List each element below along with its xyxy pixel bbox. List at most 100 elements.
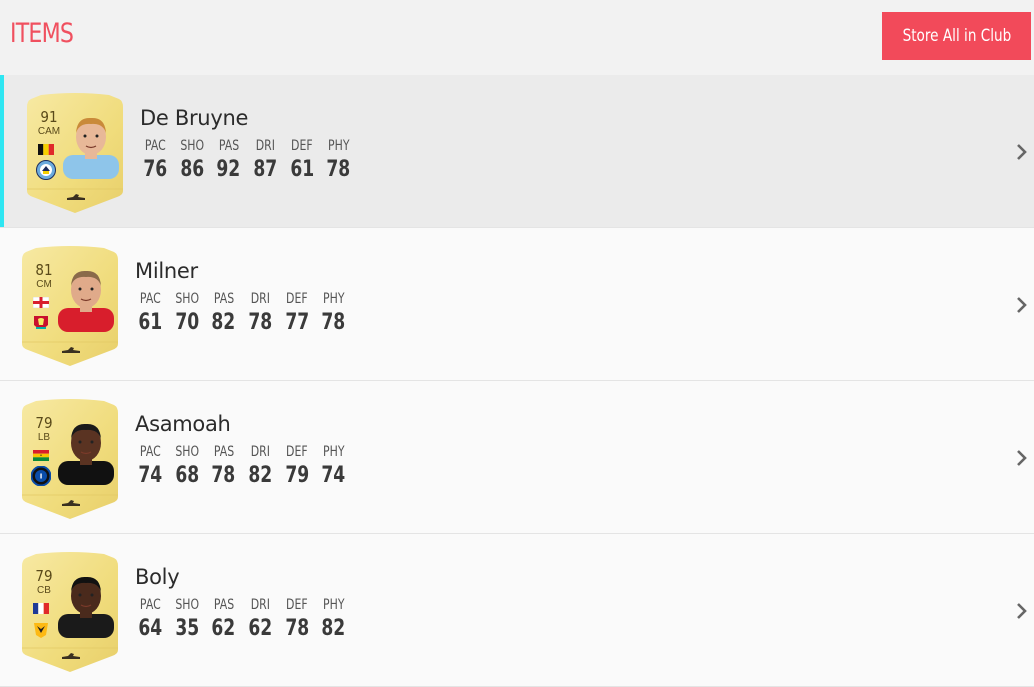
player-list-item[interactable]: 81 CM Milner PAC 61 SHO 70 PAS 82 DRI 78 DEF 77 PHY 78 xyxy=(0,228,1034,381)
player-list-item[interactable]: 79 LB I Asamoah PAC 74 SHO 68 PAS 78 DRI 82 DEF 79 PHY… xyxy=(0,381,1034,534)
stat-value: 78 xyxy=(211,463,236,488)
player-list-item[interactable]: 91 CAM De Bruyne PAC 76 SHO 86 PAS 92 DRI 87 DEF 61 P… xyxy=(0,75,1034,228)
stat-value: 78 xyxy=(321,310,346,335)
chevron-right-icon[interactable] xyxy=(1016,143,1028,161)
chevron-right-icon[interactable] xyxy=(1016,602,1028,620)
stat-column: PHY 78 xyxy=(318,291,349,335)
stat-column: SHO 35 xyxy=(172,597,203,641)
items-list: 91 CAM De Bruyne PAC 76 SHO 86 PAS 92 DRI 87 DEF 61 P… xyxy=(0,75,1034,687)
stat-label: DRI xyxy=(250,597,270,613)
player-position: LB xyxy=(37,432,51,443)
stat-column: DRI 87 xyxy=(250,138,281,182)
england-flag-icon xyxy=(33,297,49,308)
player-position: CAM xyxy=(37,126,61,137)
player-rating: 91 xyxy=(40,108,58,126)
stat-label: PAC xyxy=(139,291,161,307)
stat-column: DEF 79 xyxy=(282,444,313,488)
stat-value: 62 xyxy=(248,616,273,641)
boot-icon xyxy=(62,347,80,353)
player-list-item[interactable]: 79 CB Boly PAC 64 SHO 35 PAS 62 DRI 62 DEF 78 PHY 82 xyxy=(0,534,1034,687)
stat-value: 61 xyxy=(138,310,163,335)
player-name: Milner xyxy=(135,259,198,283)
player-name: Asamoah xyxy=(135,412,231,436)
page-title: ITEMS xyxy=(10,18,74,49)
player-portrait xyxy=(58,423,114,485)
ghana-flag-icon xyxy=(33,450,49,461)
store-all-in-club-label: Store All in Club xyxy=(902,26,1011,46)
belgium-flag-icon xyxy=(38,144,54,155)
stat-label: SHO xyxy=(175,597,199,613)
player-position: CM xyxy=(36,279,52,290)
stat-label: PHY xyxy=(322,597,345,613)
stat-value: 78 xyxy=(248,310,273,335)
stat-label: PHY xyxy=(327,138,350,154)
stat-value: 76 xyxy=(143,157,168,182)
stat-column: PAC 76 xyxy=(140,138,171,182)
france-flag-icon xyxy=(33,603,49,614)
stat-value: 74 xyxy=(138,463,163,488)
stat-value: 35 xyxy=(174,616,199,641)
stat-column: DRI 82 xyxy=(245,444,276,488)
manchester-city-crest-icon xyxy=(36,160,56,180)
stat-value: 87 xyxy=(253,157,278,182)
stat-column: PAS 62 xyxy=(208,597,239,641)
stat-column: DEF 77 xyxy=(282,291,313,335)
player-card[interactable]: 79 CB xyxy=(22,552,118,672)
stat-column: PAC 61 xyxy=(135,291,166,335)
stat-column: DRI 78 xyxy=(245,291,276,335)
stat-label: SHO xyxy=(180,138,204,154)
store-all-in-club-button[interactable]: Store All in Club xyxy=(882,12,1031,60)
player-rating: 79 xyxy=(35,567,53,585)
stat-value: 82 xyxy=(211,310,236,335)
stat-label: DEF xyxy=(286,291,308,307)
stat-value: 62 xyxy=(211,616,236,641)
player-portrait xyxy=(58,576,114,638)
stat-value: 78 xyxy=(284,616,309,641)
stat-label: PAS xyxy=(213,291,234,307)
header: ITEMS Store All in Club xyxy=(0,0,1034,75)
stat-value: 70 xyxy=(174,310,199,335)
stat-column: PAS 78 xyxy=(208,444,239,488)
stat-label: DEF xyxy=(291,138,313,154)
player-stats: PAC 76 SHO 86 PAS 92 DRI 87 DEF 61 PHY 78 xyxy=(140,138,360,182)
player-name: De Bruyne xyxy=(140,106,249,130)
stat-column: DRI 62 xyxy=(245,597,276,641)
stat-value: 86 xyxy=(179,157,204,182)
stat-value: 92 xyxy=(216,157,241,182)
player-stats: PAC 61 SHO 70 PAS 82 DRI 78 DEF 77 PHY 78 xyxy=(135,291,355,335)
boot-icon xyxy=(62,653,80,659)
chevron-right-icon[interactable] xyxy=(1016,296,1028,314)
boot-icon xyxy=(67,194,85,200)
player-stats: PAC 74 SHO 68 PAS 78 DRI 82 DEF 79 PHY 74 xyxy=(135,444,355,488)
stat-column: PAS 82 xyxy=(208,291,239,335)
wolves-crest-icon xyxy=(34,623,48,638)
stat-column: PHY 82 xyxy=(318,597,349,641)
stat-label: PAS xyxy=(213,444,234,460)
stat-column: SHO 70 xyxy=(172,291,203,335)
stat-column: SHO 86 xyxy=(177,138,208,182)
stat-value: 61 xyxy=(289,157,314,182)
player-card[interactable]: 91 CAM xyxy=(27,93,123,213)
stat-value: 64 xyxy=(138,616,163,641)
stat-label: SHO xyxy=(175,291,199,307)
player-card[interactable]: 81 CM xyxy=(22,246,118,366)
stat-label: DEF xyxy=(286,444,308,460)
stat-column: PAC 64 xyxy=(135,597,166,641)
stat-column: PHY 74 xyxy=(318,444,349,488)
stat-label: PAS xyxy=(213,597,234,613)
stat-column: PAS 92 xyxy=(213,138,244,182)
stat-value: 82 xyxy=(321,616,346,641)
inter-crest-icon: I xyxy=(31,466,51,486)
stat-value: 79 xyxy=(284,463,309,488)
player-name: Boly xyxy=(135,565,180,589)
player-card[interactable]: 79 LB I xyxy=(22,399,118,519)
stat-value: 82 xyxy=(248,463,273,488)
player-rating: 81 xyxy=(35,261,53,279)
stat-label: DRI xyxy=(250,291,270,307)
player-stats: PAC 64 SHO 35 PAS 62 DRI 62 DEF 78 PHY 82 xyxy=(135,597,355,641)
stat-label: PAC xyxy=(139,444,161,460)
chevron-right-icon[interactable] xyxy=(1016,449,1028,467)
stat-label: PAS xyxy=(218,138,239,154)
player-rating: 79 xyxy=(35,414,53,432)
boot-icon xyxy=(62,500,80,506)
